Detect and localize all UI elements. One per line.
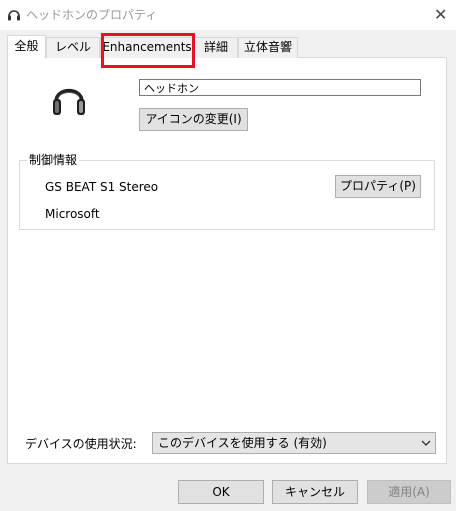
tab-spatial-sound-label: 立体音響: [243, 40, 292, 54]
close-icon: ✕: [434, 5, 448, 24]
headphone-icon: [8, 10, 20, 21]
close-button[interactable]: ✕: [426, 0, 456, 30]
apply-button[interactable]: 適用(A): [367, 480, 451, 504]
controller-manufacturer: Microsoft: [45, 207, 100, 221]
controller-info-label: 制御情報: [27, 152, 80, 168]
tab-levels[interactable]: レベル: [46, 37, 100, 58]
cancel-button[interactable]: キャンセル: [272, 480, 358, 504]
device-usage-label: デバイスの使用状況:: [25, 437, 137, 451]
tab-spatial-sound[interactable]: 立体音響: [238, 37, 298, 58]
controller-name: GS BEAT S1 Stereo: [45, 180, 159, 194]
cancel-button-label: キャンセル: [284, 485, 345, 499]
device-usage-select[interactable]: このデバイスを使用する (有効): [152, 432, 436, 454]
properties-button-label: プロパティ(P): [340, 179, 416, 193]
ok-button-label: OK: [212, 485, 230, 499]
tab-general[interactable]: 全般: [7, 35, 46, 59]
properties-button[interactable]: プロパティ(P): [335, 175, 421, 198]
tab-advanced[interactable]: 詳細: [194, 37, 238, 58]
enhancements-highlight-box: [101, 33, 195, 68]
window-title: ヘッドホンのプロパティ: [26, 8, 158, 22]
apply-button-label: 適用(A): [388, 485, 430, 499]
title-bar: ヘッドホンのプロパティ ✕: [0, 0, 456, 30]
headphone-device-icon: [53, 88, 85, 115]
tab-advanced-label: 詳細: [203, 40, 228, 54]
tab-general-label: 全般: [14, 39, 39, 53]
tab-levels-label: レベル: [54, 40, 91, 54]
device-usage-selected-value: このデバイスを使用する (有効): [158, 436, 327, 450]
chevron-down-icon: [421, 440, 431, 446]
change-icon-button[interactable]: アイコンの変更(I): [139, 108, 248, 131]
ok-button[interactable]: OK: [178, 480, 264, 504]
device-name-input[interactable]: [139, 79, 421, 96]
change-icon-button-label: アイコンの変更(I): [145, 112, 242, 126]
